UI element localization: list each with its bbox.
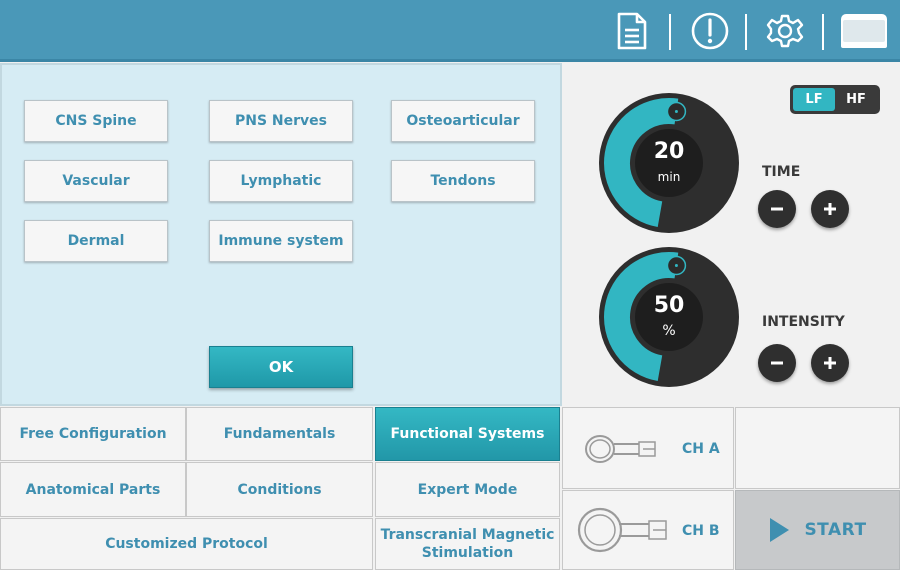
- start-button[interactable]: START: [735, 490, 900, 570]
- top-bar: [0, 0, 900, 62]
- system-button-immune-system[interactable]: Immune system: [209, 220, 353, 262]
- plus-icon: [824, 357, 836, 369]
- system-button-dermal[interactable]: Dermal: [24, 220, 168, 262]
- system-button-pns-nerves[interactable]: PNS Nerves: [209, 100, 353, 142]
- tab-tms-line1: Transcranial Magnetic: [380, 527, 555, 543]
- probe-icon: [585, 435, 656, 463]
- tab-expert-mode[interactable]: Expert Mode: [375, 462, 560, 517]
- system-button-osteoarticular[interactable]: Osteoarticular: [391, 100, 535, 142]
- tab-transcranial-magnetic-stimulation[interactable]: Transcranial Magnetic Stimulation: [375, 518, 560, 570]
- tab-free-configuration[interactable]: Free Configuration: [0, 407, 186, 461]
- tab-anatomical-parts[interactable]: Anatomical Parts: [0, 462, 186, 517]
- plus-icon: [824, 203, 836, 215]
- channel-b[interactable]: CH B: [562, 490, 734, 570]
- channel-empty-slot: [735, 407, 900, 489]
- channel-b-label: CH B: [682, 523, 720, 539]
- play-icon: [770, 518, 790, 542]
- divider: [745, 14, 747, 50]
- channel-a-label: CH A: [682, 441, 720, 457]
- system-button-vascular[interactable]: Vascular: [24, 160, 168, 202]
- intensity-unit: %: [662, 323, 676, 339]
- controls-panel: LF HF 20 min TIME 50 % INTENSITY: [563, 63, 900, 406]
- device-icon[interactable]: [838, 10, 890, 52]
- coil-icon: [577, 507, 667, 553]
- tab-customized-protocol[interactable]: Customized Protocol: [0, 518, 373, 570]
- intensity-decrease-button[interactable]: [758, 344, 796, 382]
- time-decrease-button[interactable]: [758, 190, 796, 228]
- time-increase-button[interactable]: [811, 190, 849, 228]
- frequency-toggle[interactable]: LF HF: [790, 85, 880, 114]
- channel-a[interactable]: CH A: [562, 407, 734, 489]
- tab-functional-systems[interactable]: Functional Systems: [375, 407, 560, 461]
- system-button-cns-spine[interactable]: CNS Spine: [24, 100, 168, 142]
- lf-option[interactable]: LF: [793, 88, 835, 111]
- time-unit: min: [657, 170, 681, 184]
- tab-fundamentals[interactable]: Fundamentals: [186, 407, 373, 461]
- intensity-label: INTENSITY: [762, 314, 845, 330]
- system-selection-panel: CNS Spine PNS Nerves Osteoarticular Vasc…: [0, 63, 562, 406]
- hf-option[interactable]: HF: [835, 88, 877, 111]
- time-value: 20: [653, 139, 685, 164]
- time-dial[interactable]: 20 min: [597, 91, 741, 235]
- start-label: START: [804, 520, 867, 540]
- ok-button[interactable]: OK: [209, 346, 353, 388]
- system-button-tendons[interactable]: Tendons: [391, 160, 535, 202]
- divider: [669, 14, 671, 50]
- intensity-dial[interactable]: 50 %: [597, 245, 741, 389]
- minus-icon: [771, 207, 783, 211]
- time-label: TIME: [762, 164, 801, 180]
- divider: [822, 14, 824, 50]
- document-icon[interactable]: [612, 10, 652, 52]
- intensity-value: 50: [653, 293, 685, 318]
- tab-conditions[interactable]: Conditions: [186, 462, 373, 517]
- minus-icon: [771, 361, 783, 365]
- system-button-lymphatic[interactable]: Lymphatic: [209, 160, 353, 202]
- alert-icon[interactable]: [688, 10, 732, 52]
- settings-icon[interactable]: [763, 10, 807, 52]
- tab-tms-line2: Stimulation: [421, 545, 514, 561]
- intensity-increase-button[interactable]: [811, 344, 849, 382]
